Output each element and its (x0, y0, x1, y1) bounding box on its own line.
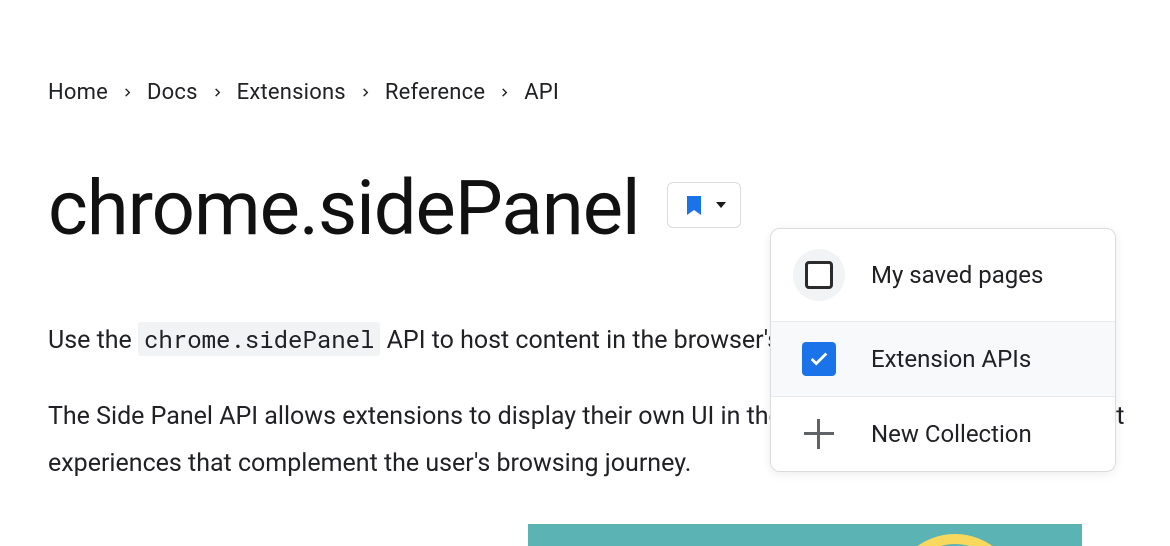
illustration-strip (528, 524, 1082, 546)
new-collection-label: New Collection (871, 420, 1032, 448)
checkbox-unchecked-icon (805, 261, 833, 289)
checkbox-checked-icon (802, 342, 836, 376)
new-collection-button[interactable]: New Collection (771, 397, 1115, 471)
bookmark-dropdown-button[interactable] (667, 182, 741, 228)
breadcrumb-api[interactable]: API (524, 80, 559, 105)
breadcrumb: Home Docs Extensions Reference API (48, 80, 1170, 105)
collection-item-extension-apis[interactable]: Extension APIs (771, 322, 1115, 397)
breadcrumb-docs[interactable]: Docs (147, 80, 198, 105)
plus-icon (802, 417, 836, 451)
collection-label: Extension APIs (871, 345, 1031, 373)
breadcrumb-home[interactable]: Home (48, 80, 108, 105)
bookmark-icon (682, 193, 706, 217)
breadcrumb-extensions[interactable]: Extensions (237, 80, 346, 105)
chevron-right-icon (360, 87, 371, 98)
chevron-right-icon (212, 87, 223, 98)
page-title: chrome.sidePanel (48, 163, 639, 253)
collection-label: My saved pages (871, 261, 1043, 289)
bookmark-dropdown-menu: My saved pages Extension APIs New Collec… (770, 228, 1116, 472)
breadcrumb-reference[interactable]: Reference (385, 80, 485, 105)
caret-down-icon (716, 202, 726, 208)
collection-item-my-saved-pages[interactable]: My saved pages (771, 229, 1115, 322)
code-inline: chrome.sidePanel (138, 322, 380, 356)
chevron-right-icon (499, 87, 510, 98)
checkbox-circle (793, 249, 845, 301)
chevron-right-icon (122, 87, 133, 98)
intro-text: Use the (48, 326, 138, 355)
